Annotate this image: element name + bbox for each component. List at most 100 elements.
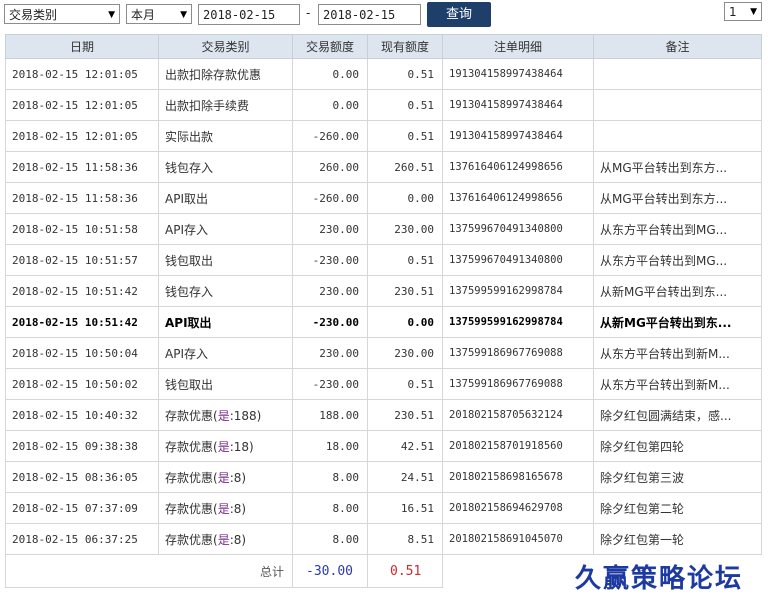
cell-note: 除夕红包第二轮 [593,492,762,524]
type-text: 实际出款 [165,129,214,144]
cell-date: 2018-02-15 07:37:09 [5,492,159,524]
table-row: 2018-02-15 10:51:58 API存入 230.00 230.00 1375… [5,213,762,245]
table-row: 2018-02-15 11:58:36 API取出 -260.00 0.00 13761… [5,182,762,214]
cell-type: 钱包存入 [158,275,293,307]
cell-order-id: 137599670491340800 [442,244,594,276]
cell-note [593,58,762,90]
type-flag: 是 [217,470,230,485]
type-text: 出款扣除手续费 [165,98,250,113]
cell-amount: 230.00 [292,337,368,369]
cell-order-id: 201802158701918560 [442,430,594,462]
total-amount: -30.00 [292,554,368,588]
table-row: 2018-02-15 09:38:38 存款优惠(是:18) 18.00 42.51 2… [5,430,762,462]
cell-amount: -230.00 [292,306,368,338]
total-balance: 0.51 [367,554,443,588]
cell-date: 2018-02-15 09:38:38 [5,430,159,462]
cell-type: 存款优惠(是:8) [158,492,293,524]
cell-date: 2018-02-15 08:36:05 [5,461,159,493]
cell-amount: 0.00 [292,58,368,90]
type-flag: 是 [217,408,230,423]
date-separator: - [306,6,311,20]
period-value: 本月 [131,8,156,22]
cell-note: 从东方平台转出到新M... [593,337,762,369]
cell-type: 钱包存入 [158,151,293,183]
cell-note: 除夕红包第四轮 [593,430,762,462]
cell-note [593,89,762,121]
cell-type: API存入 [158,337,293,369]
cell-order-id: 191304158997438464 [442,120,594,152]
type-text: 钱包取出 [165,253,214,268]
cell-type: 存款优惠(是:18) [158,430,293,462]
cell-date: 2018-02-15 12:01:05 [5,58,159,90]
cell-date: 2018-02-15 10:51:57 [5,244,159,276]
date-from-input[interactable]: 2018-02-15 [198,4,300,25]
cell-amount: -230.00 [292,368,368,400]
cell-type: API存入 [158,213,293,245]
cell-amount: 230.00 [292,213,368,245]
chevron-down-icon: ▼ [108,10,115,20]
cell-note: 从东方平台转出到MG... [593,244,762,276]
cell-type: 实际出款 [158,120,293,152]
type-text: API存入 [165,222,208,237]
cell-balance: 0.51 [367,58,443,90]
totals-label: 总计 [5,554,293,588]
type-text: 出款扣除存款优惠 [165,67,262,82]
forum-watermark: 久赢策略论坛 [575,564,744,594]
type-flag: 是 [217,439,230,454]
page-value: 1 [729,5,737,19]
period-select[interactable]: 本月 ▼ [126,4,192,24]
cell-order-id: 137599599162998784 [442,306,594,338]
cell-amount: 18.00 [292,430,368,462]
table-row: 2018-02-15 11:58:36 钱包存入 260.00 260.51 13761… [5,151,762,183]
cell-order-id: 137599186967769088 [442,337,594,369]
table-row: 2018-02-15 12:01:05 实际出款 -260.00 0.51 191304… [5,120,762,152]
date-to-input[interactable]: 2018-02-15 [318,4,421,25]
transactions-table: 日期 交易类别 交易额度 现有额度 注单明细 备注 2018-02-15 12:01:05… [5,34,762,588]
cell-type: 钱包取出 [158,244,293,276]
table-row: 2018-02-15 10:51:42 钱包存入 230.00 230.51 13759… [5,275,762,307]
type-flag: 是 [217,501,230,516]
transaction-type-value: 交易类别 [9,8,58,22]
transaction-type-select[interactable]: 交易类别 ▼ [4,4,120,24]
cell-note: 除夕红包第三波 [593,461,762,493]
cell-type: 出款扣除手续费 [158,89,293,121]
column-header: 交易类别 [158,34,293,59]
cell-note: 除夕红包圆满结束，感... [593,399,762,431]
cell-balance: 0.51 [367,368,443,400]
cell-amount: -260.00 [292,120,368,152]
cell-balance: 230.00 [367,337,443,369]
cell-balance: 230.00 [367,213,443,245]
cell-balance: 0.00 [367,306,443,338]
column-header: 备注 [593,34,762,59]
table-row: 2018-02-15 06:37:25 存款优惠(是:8) 8.00 8.51 2018… [5,523,762,555]
cell-amount: 8.00 [292,492,368,524]
cell-amount: 260.00 [292,151,368,183]
cell-order-id: 201802158691045070 [442,523,594,555]
cell-amount: 230.00 [292,275,368,307]
cell-type: 存款优惠(是:8) [158,523,293,555]
cell-note: 从东方平台转出到新M... [593,368,762,400]
cell-date: 2018-02-15 11:58:36 [5,182,159,214]
type-text: 存款优惠( [165,501,218,516]
table-row: 2018-02-15 10:40:32 存款优惠(是:188) 188.00 230.… [5,399,762,431]
cell-date: 2018-02-15 10:51:42 [5,275,159,307]
type-suffix: :18) [229,439,254,454]
page-select[interactable]: 1 ▼ [724,2,762,21]
cell-balance: 8.51 [367,523,443,555]
cell-balance: 0.51 [367,244,443,276]
cell-date: 2018-02-15 10:51:58 [5,213,159,245]
cell-note [593,120,762,152]
query-button[interactable]: 查询 [427,2,491,27]
type-text: API取出 [165,315,212,330]
type-text: 钱包存入 [165,160,214,175]
cell-amount: -260.00 [292,182,368,214]
cell-note: 从MG平台转出到东方... [593,151,762,183]
cell-date: 2018-02-15 10:51:42 [5,306,159,338]
table-row: 2018-02-15 08:36:05 存款优惠(是:8) 8.00 24.51 201… [5,461,762,493]
cell-order-id: 137599670491340800 [442,213,594,245]
cell-amount: 0.00 [292,89,368,121]
column-header: 现有额度 [367,34,443,59]
cell-balance: 24.51 [367,461,443,493]
cell-date: 2018-02-15 10:50:04 [5,337,159,369]
type-text: API取出 [165,191,208,206]
